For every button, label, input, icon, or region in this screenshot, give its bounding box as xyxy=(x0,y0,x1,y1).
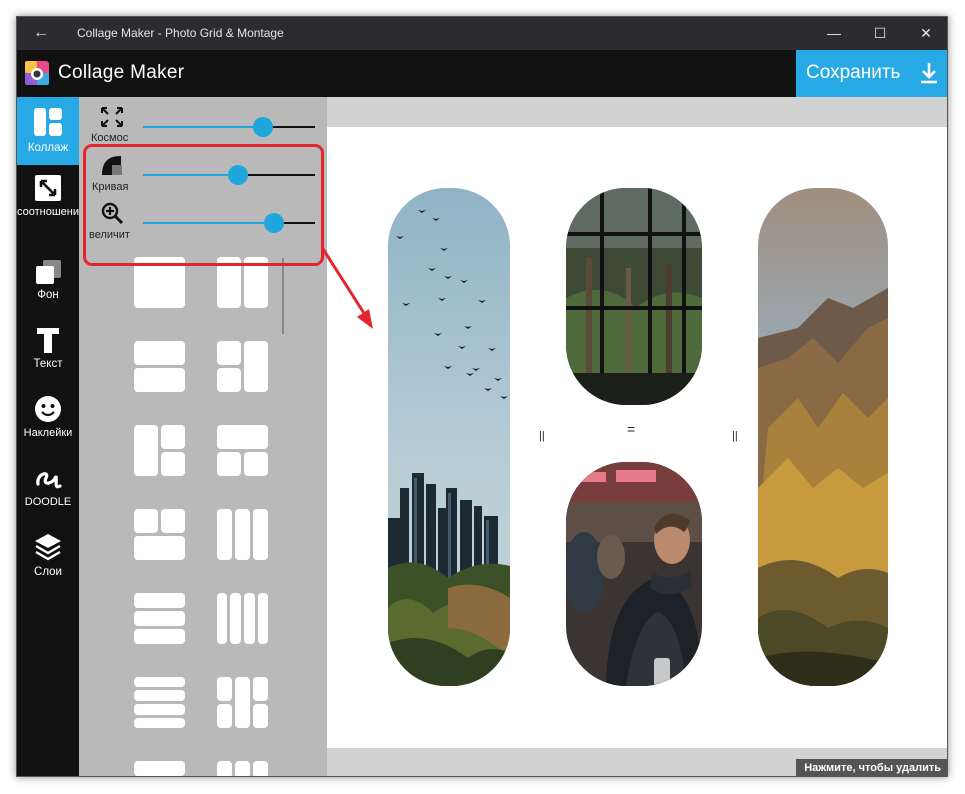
annotation-arrow xyxy=(321,248,373,329)
app-window: ← Collage Maker - Photo Grid & Montage —… xyxy=(16,16,948,777)
